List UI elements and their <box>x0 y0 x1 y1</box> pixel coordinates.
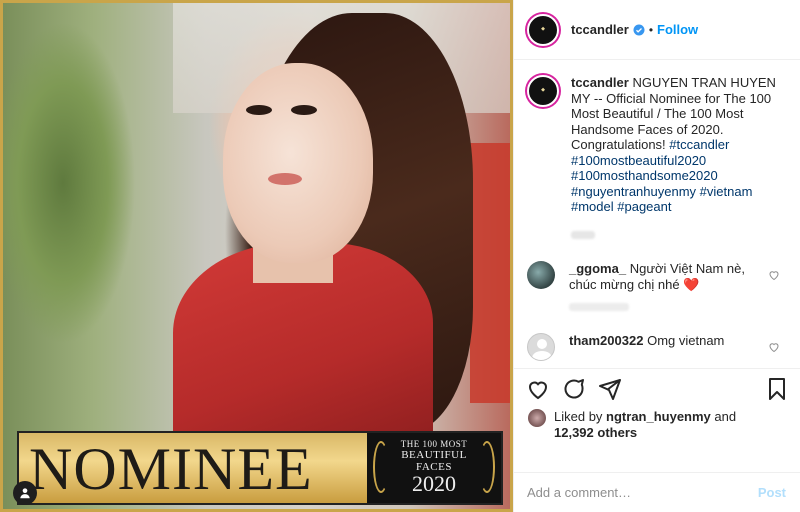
nominee-banner: NOMINEE THE 100 MOST BEAUTIFUL FACES 202… <box>17 431 503 505</box>
avatar[interactable] <box>527 332 555 361</box>
hashtag-link[interactable]: #model <box>571 199 614 214</box>
caption-avatar[interactable]: ◆ <box>527 75 559 107</box>
bookmark-icon[interactable] <box>765 377 789 401</box>
likes-prefix: Liked by <box>554 409 603 424</box>
post-comment-button[interactable]: Post <box>758 485 786 500</box>
lips <box>268 173 302 185</box>
comment-item: _ggoma_ Người Việt Nam nè, chúc mừng chị… <box>527 260 788 293</box>
post-header: ◆ tccandler • Follow <box>514 0 800 60</box>
liked-by-user[interactable]: ngtran_huyenmy <box>606 409 711 424</box>
comment-username[interactable]: tham200322 <box>569 333 643 348</box>
comment-body: Omg vietnam <box>647 332 725 348</box>
header-username[interactable]: tccandler <box>571 22 629 37</box>
background-red-banner <box>470 143 510 403</box>
caption-timestamp-blurred <box>571 230 595 239</box>
likes-count[interactable]: 12,392 others <box>554 425 637 440</box>
caption: ◆ tccandler NGUYEN TRAN HUYEN MY -- Offi… <box>527 75 788 215</box>
post-image[interactable]: NOMINEE THE 100 MOST BEAUTIFUL FACES 202… <box>0 0 513 512</box>
follow-button[interactable]: Follow <box>657 22 698 37</box>
post-side-panel: ◆ tccandler • Follow ◆ tccandler NGUYEN … <box>513 0 800 512</box>
heart-emoji: ❤️ <box>683 276 700 292</box>
comment-username[interactable]: _ggoma_ <box>569 261 626 276</box>
comment-text: _ggoma_ Người Việt Nam nè, chúc mừng chị… <box>569 261 759 293</box>
verified-badge-icon <box>633 24 645 35</box>
comment-like-heart-icon[interactable] <box>768 341 780 353</box>
hashtag-link[interactable]: #100mosthandsome2020 <box>571 168 718 183</box>
face <box>223 63 373 263</box>
right-eye <box>291 105 317 115</box>
comments-list[interactable]: ◆ tccandler NGUYEN TRAN HUYEN MY -- Offi… <box>514 61 800 368</box>
action-icons <box>514 369 800 409</box>
user-tag-icon[interactable] <box>13 481 37 505</box>
hashtag-link[interactable]: #pageant <box>617 199 671 214</box>
avatar[interactable]: ◆ <box>527 13 559 46</box>
share-icon[interactable] <box>598 377 622 401</box>
avatar[interactable] <box>527 260 555 289</box>
heart-icon[interactable] <box>526 377 550 401</box>
add-comment-bar: Post <box>513 472 800 512</box>
comment-icon[interactable] <box>562 377 586 401</box>
laurel-right-icon <box>479 441 495 493</box>
background-tree <box>3 3 163 423</box>
comment-item: tham200322 Omg vietnam <box>527 332 788 361</box>
likes-text: Liked by ngtran_huyenmy and 12,392 other… <box>554 409 736 441</box>
comment-input[interactable] <box>527 485 758 500</box>
separator-dot: • <box>648 22 654 37</box>
laurel-left-icon <box>373 441 389 493</box>
comment-like-heart-icon[interactable] <box>768 269 780 281</box>
caption-text: tccandler NGUYEN TRAN HUYEN MY -- Offici… <box>571 75 781 215</box>
likes-summary: Liked by ngtran_huyenmy and 12,392 other… <box>514 409 800 441</box>
caption-username[interactable]: tccandler <box>571 75 629 90</box>
hashtag-link[interactable]: #tccandler <box>669 137 729 152</box>
hashtag-link[interactable]: #100mostbeautiful2020 <box>571 153 706 168</box>
award-badge: THE 100 MOST BEAUTIFUL FACES 2020 <box>367 433 501 503</box>
comment-text: tham200322 Omg vietnam <box>569 333 759 361</box>
hashtag-link[interactable]: #vietnam <box>700 184 753 199</box>
post-actions: Liked by ngtran_huyenmy and 12,392 other… <box>514 368 800 488</box>
avatar[interactable] <box>528 409 546 427</box>
likes-conj: and <box>714 409 737 424</box>
left-eye <box>246 105 272 115</box>
comment-meta-blurred <box>569 302 629 311</box>
nominee-text: NOMINEE <box>29 436 313 502</box>
hashtag-link[interactable]: #nguyentranhuyenmy <box>571 184 696 199</box>
